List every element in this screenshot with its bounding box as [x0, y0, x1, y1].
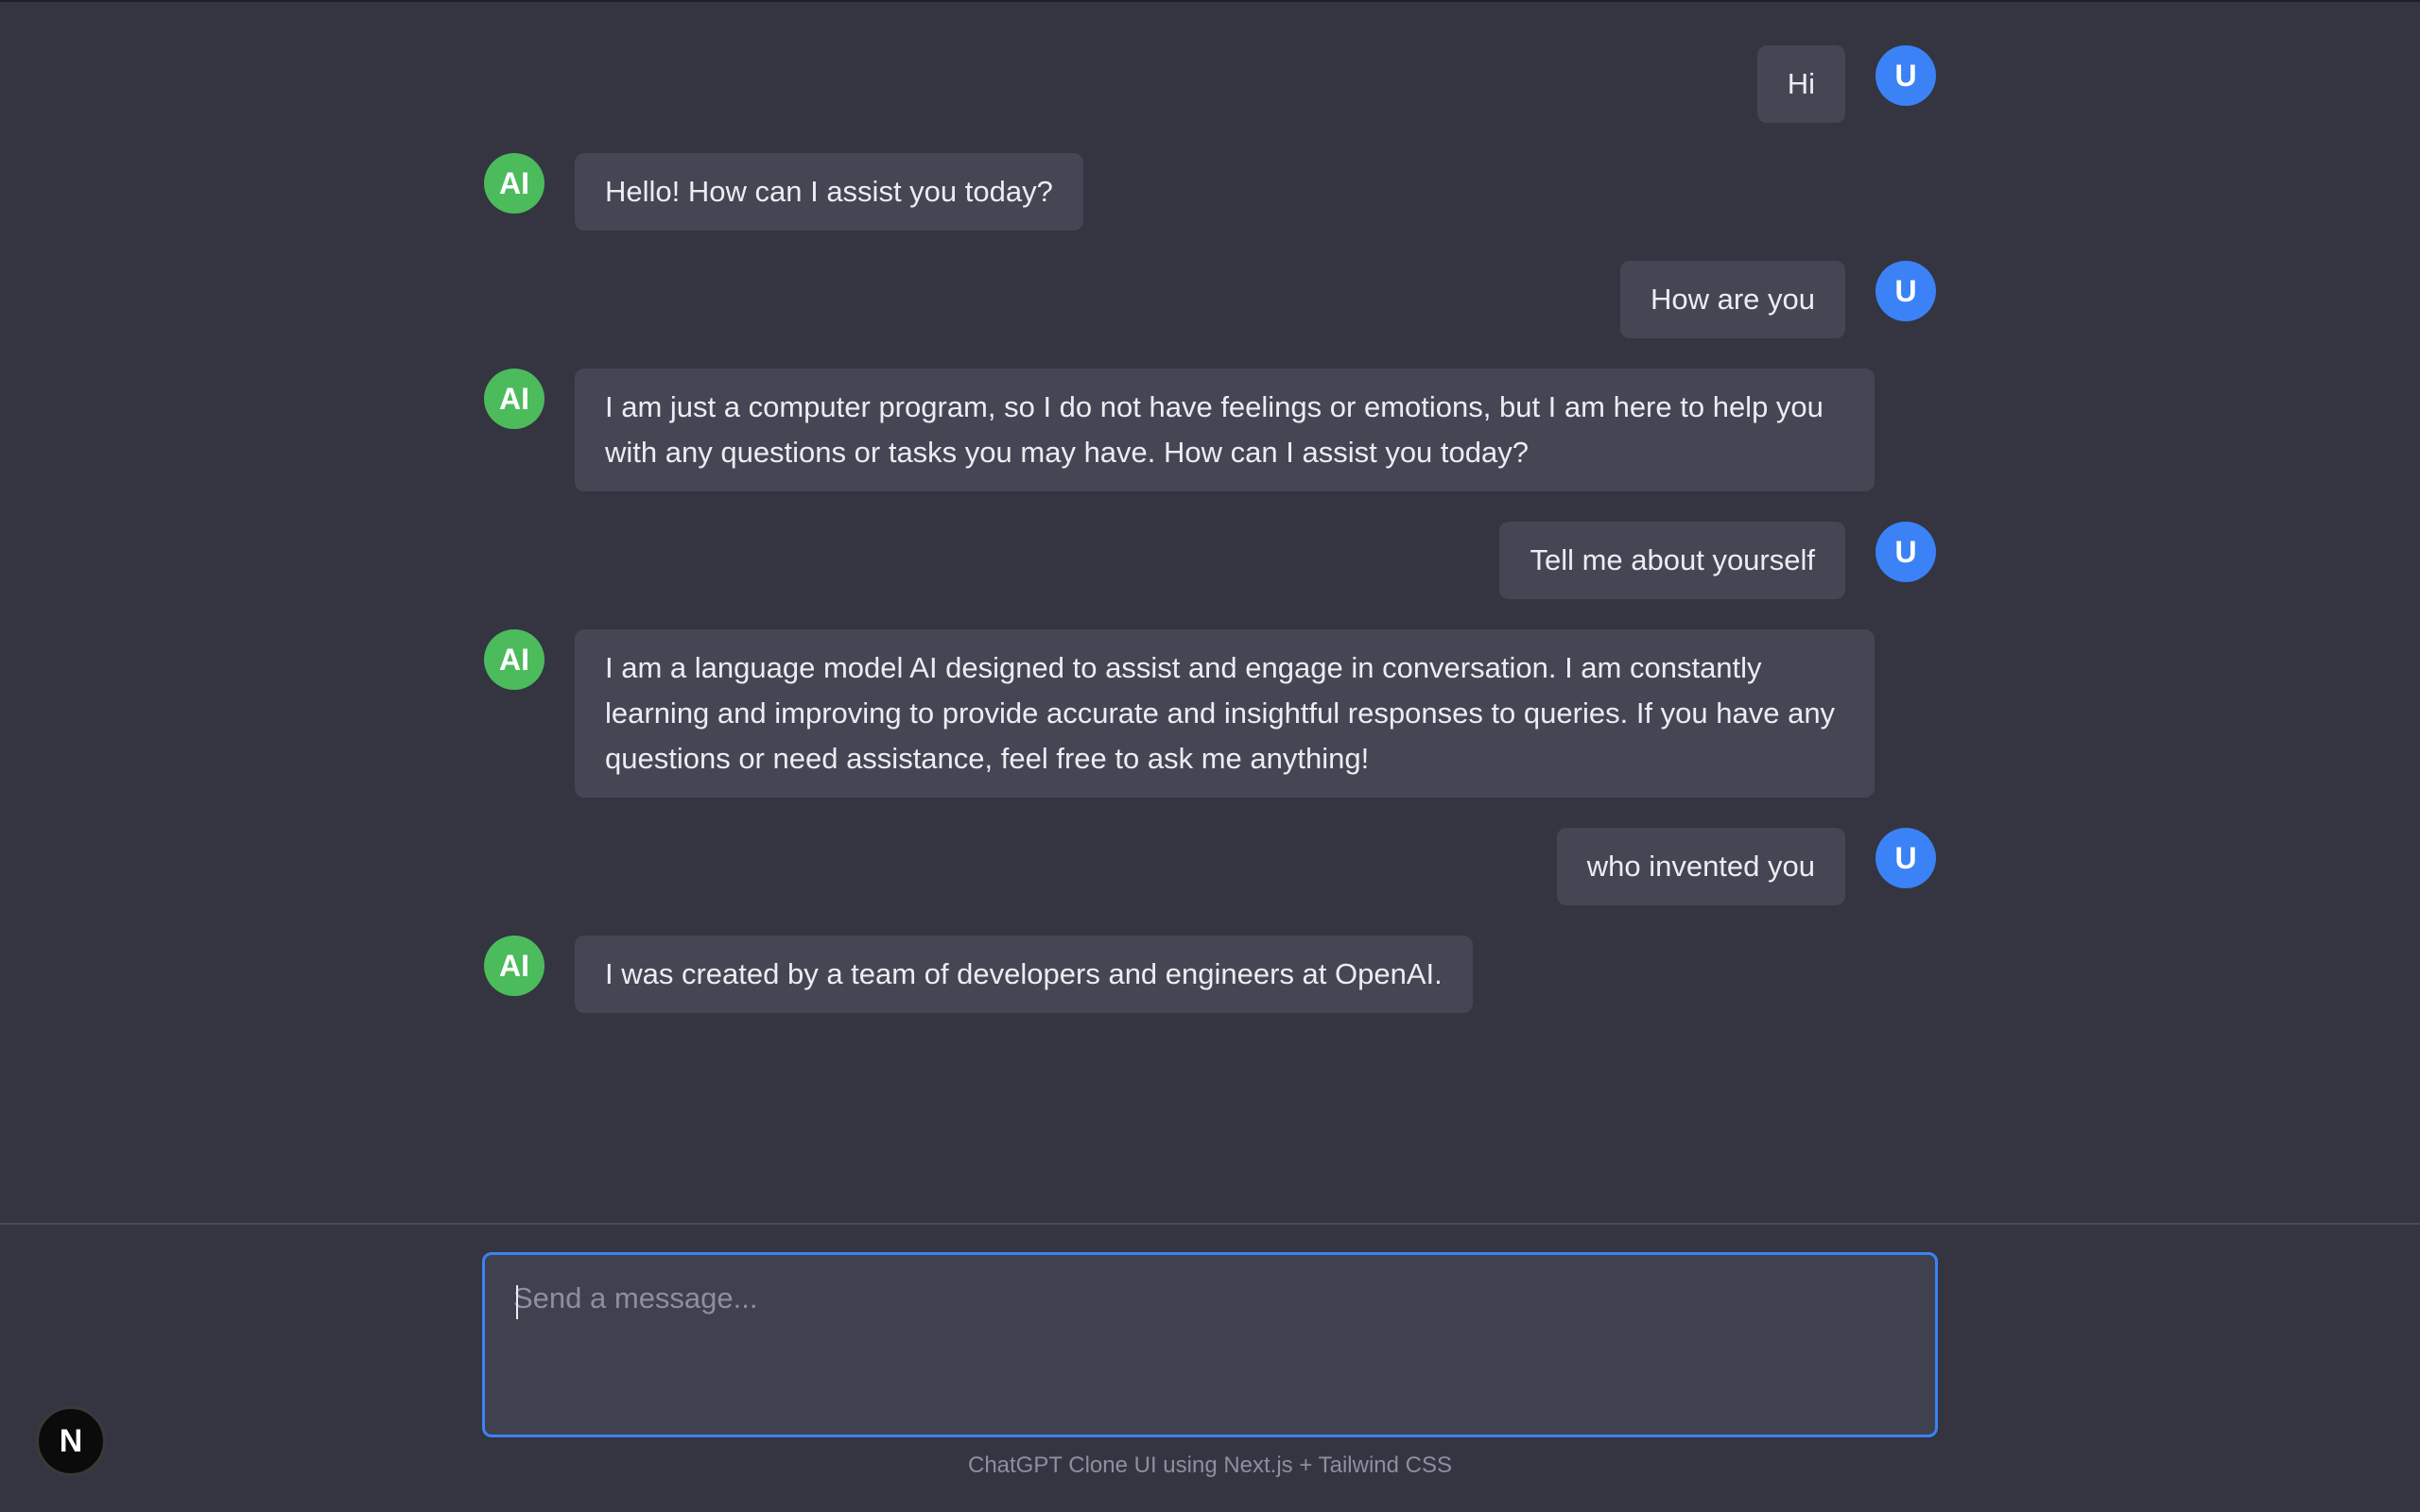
user-avatar: U — [1876, 828, 1936, 888]
user-message: Hi U — [484, 45, 1936, 123]
message-bubble: I am a language model AI designed to ass… — [575, 629, 1875, 798]
user-message: who invented you U — [484, 828, 1936, 905]
user-avatar: U — [1876, 45, 1936, 106]
badge-label: N — [59, 1422, 83, 1459]
message-bubble: who invented you — [1556, 828, 1845, 905]
ai-message: AI I am a language model AI designed to a… — [484, 629, 1936, 798]
ai-message: AI I was created by a team of developers … — [484, 936, 1936, 1013]
message-bubble: Hi — [1756, 45, 1845, 123]
chat-page: Ask AI HiUAIHello! How can I assist you … — [0, 0, 2420, 1512]
message-bubble: How are you — [1619, 261, 1845, 338]
message-composer[interactable] — [482, 1252, 1938, 1437]
ai-message: AI I am just a computer program, so I do … — [484, 369, 1936, 491]
ai-avatar: AI — [484, 153, 544, 214]
ai-message: AI Hello! How can I assist you today? — [484, 153, 1936, 231]
message-list: Hi U AI Hello! How can I assist you today? H… — [484, 45, 1936, 1043]
message-input[interactable] — [485, 1255, 1935, 1435]
footer-credit: ChatGPT Clone UI using Next.js + Tailwin… — [967, 1452, 1452, 1478]
chat-scroll-area[interactable]: Hi U AI Hello! How can I assist you today? H… — [0, 2, 2420, 1225]
ai-avatar: AI — [484, 936, 544, 996]
message-bubble: Tell me about yourself — [1499, 522, 1845, 599]
message-bubble: Hello! How can I assist you today? — [575, 153, 1083, 231]
nextjs-logo-icon[interactable]: N — [36, 1406, 106, 1476]
user-message: How are you U — [484, 261, 1936, 338]
message-bubble: I am just a computer program, so I do no… — [575, 369, 1875, 491]
message-bubble: I was created by a team of developers an… — [575, 936, 1473, 1013]
user-message: Tell me about yourself U — [484, 522, 1936, 599]
ai-avatar: AI — [484, 369, 544, 429]
ai-avatar: AI — [484, 629, 544, 690]
user-avatar: U — [1876, 522, 1936, 582]
user-avatar: U — [1876, 261, 1936, 321]
text-caret — [516, 1285, 518, 1319]
